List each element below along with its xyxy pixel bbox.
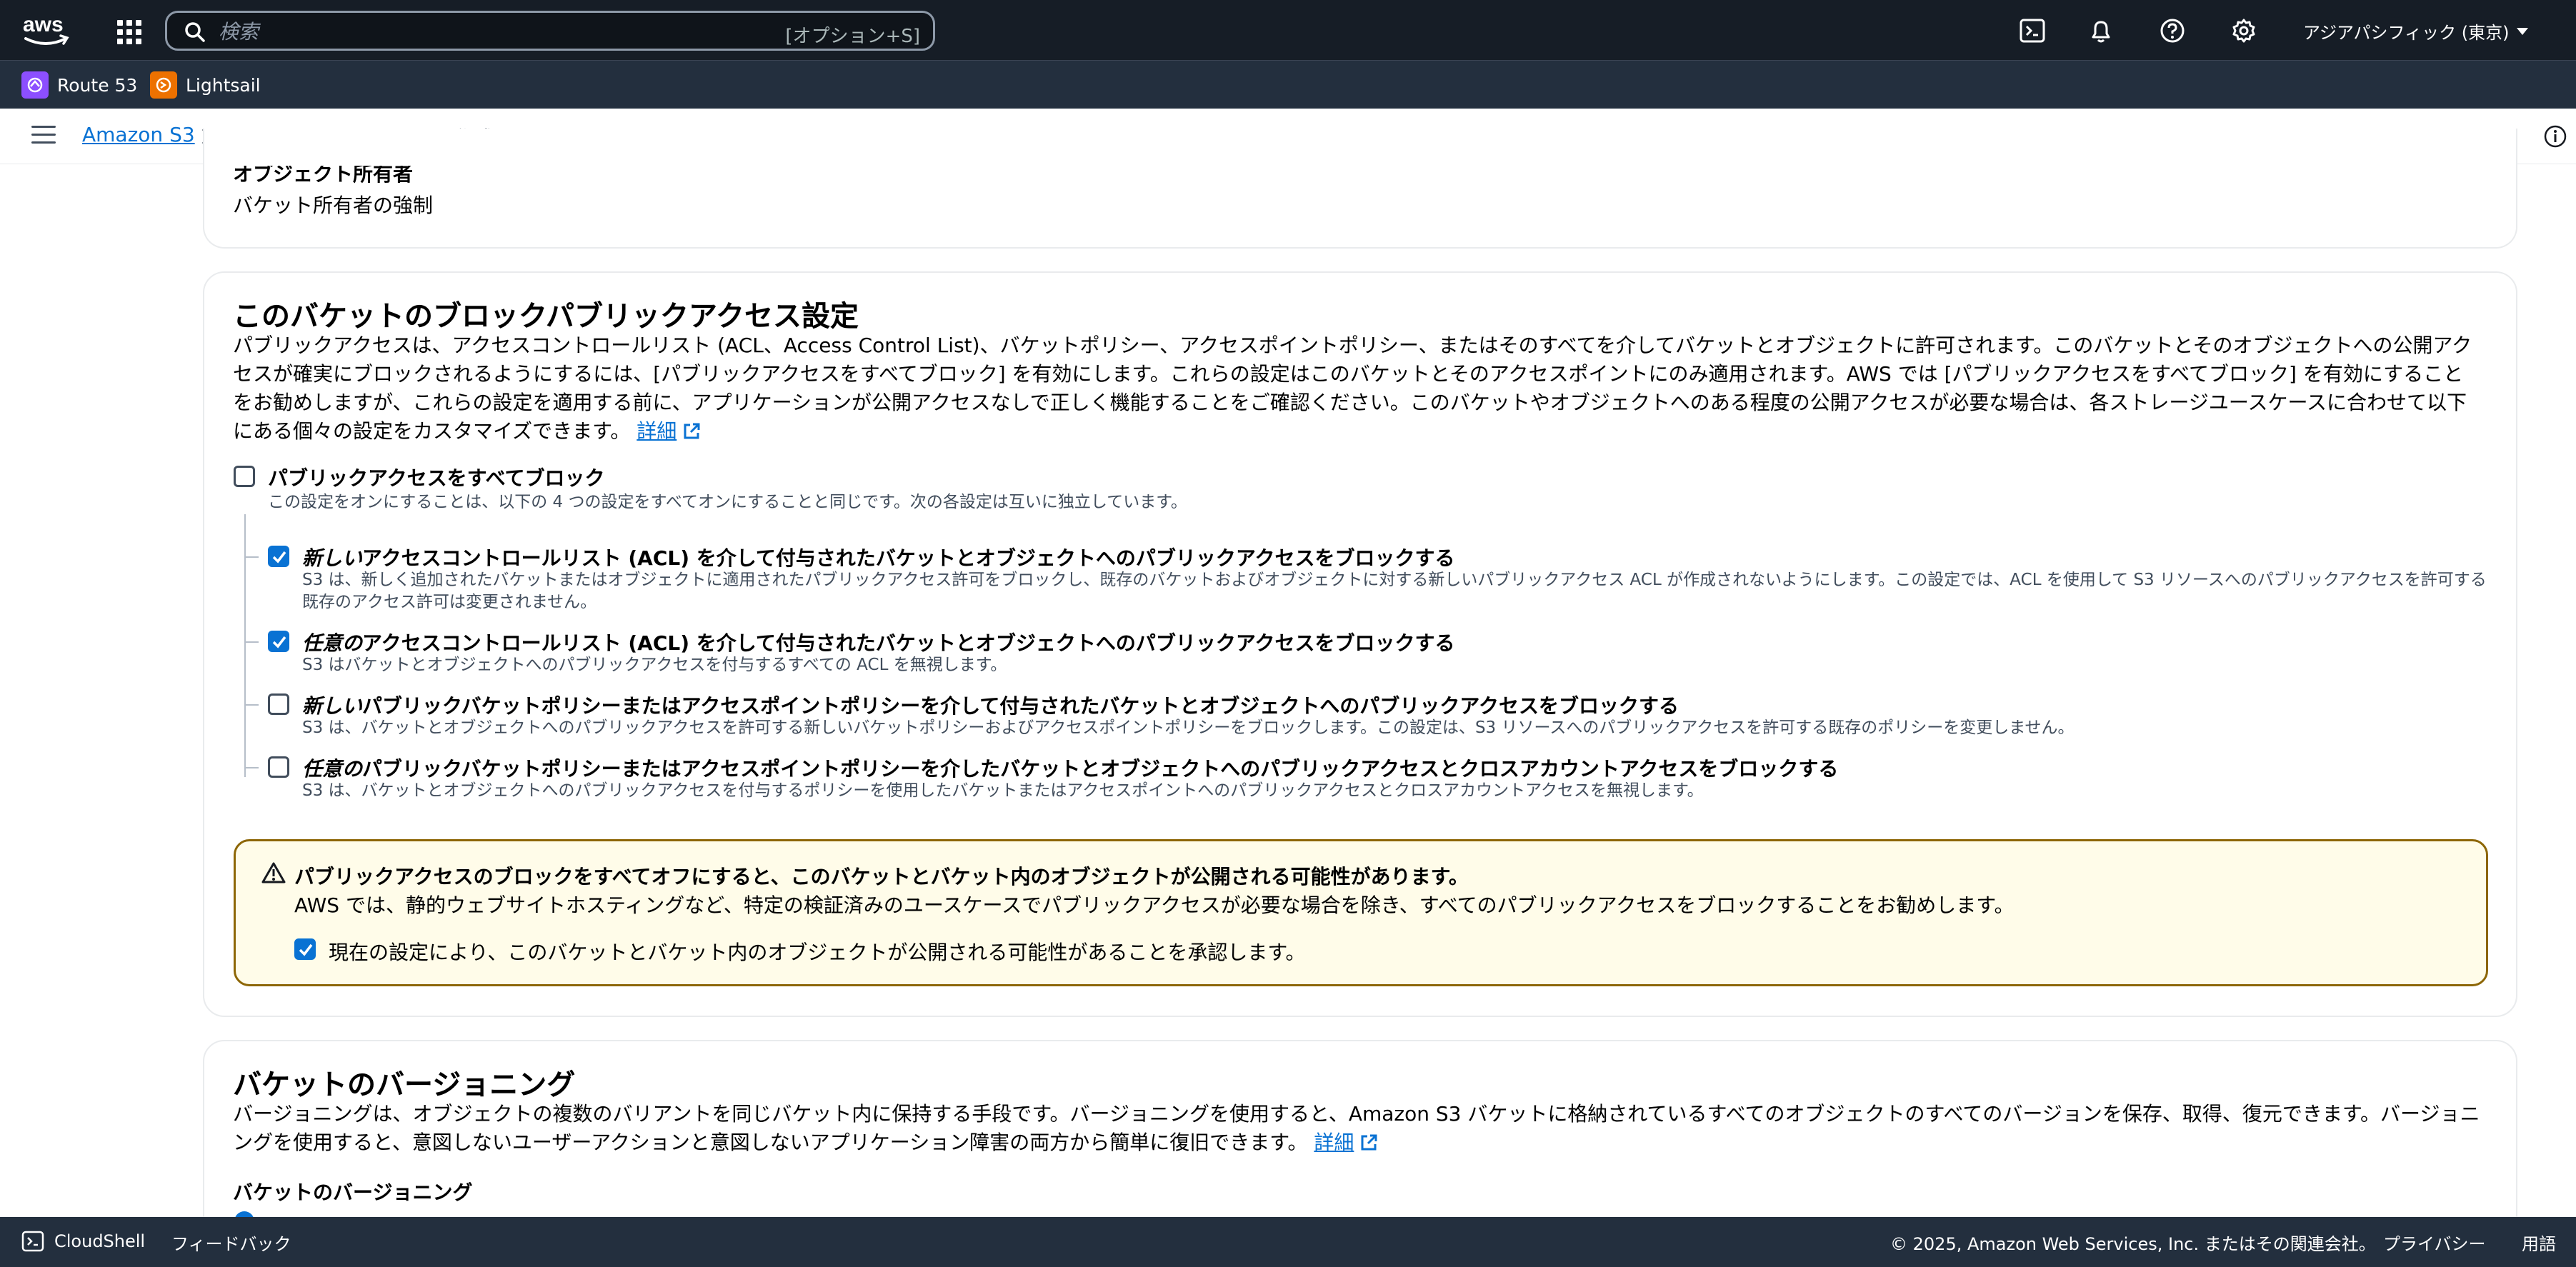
option-description: S3 は、新しく追加されたバケットまたはオブジェクトに適用されたパブリックアクセ… (302, 571, 2487, 611)
caret-down-icon (2517, 27, 2529, 35)
description-text: パブリックアクセスは、アクセスコントロールリスト (ACL、Access Con… (233, 334, 2472, 443)
aws-logo-text: aws (23, 13, 64, 36)
option-description: S3 は、バケットとオブジェクトへのパブリックアクセスを付与するポリシーを使用し… (302, 781, 1704, 800)
services-grid-icon[interactable] (114, 17, 141, 44)
option-emphasis: 新しい (302, 694, 363, 718)
privacy-link[interactable]: プライバシー (2383, 1230, 2486, 1255)
lightsail-icon (150, 71, 177, 99)
gear-icon[interactable] (2230, 17, 2257, 44)
search-icon (185, 22, 205, 42)
cloudshell-icon (21, 1231, 44, 1252)
warning-text: AWS では、静的ウェブサイトホスティングなど、特定の検証済みのユースケースでパ… (294, 893, 2015, 917)
details-link-label: 詳細 (636, 419, 677, 443)
tree-connector (244, 641, 259, 643)
details-link[interactable]: 詳細 (636, 419, 702, 443)
copyright-text: © 2025, Amazon Web Services, Inc. またはその関… (1890, 1234, 2376, 1254)
external-link-icon (684, 423, 700, 439)
ownership-value: バケット所有者の強制 (233, 194, 434, 217)
block-all-description: この設定をオンにすることは、以下の 4 つの設定をすべてオンにすることと同じです… (268, 493, 1187, 511)
option-text: アクセスコントロールリスト (ACL) を介して付与されたバケットとオブジェクト… (362, 631, 1455, 655)
bell-icon[interactable] (2087, 17, 2115, 44)
acknowledge-label: 現在の設定により、このバケットとバケット内のオブジェクトが公開される可能性がある… (329, 941, 1306, 964)
option-text: パブリックバケットポリシーまたはアクセスポイントポリシーを介したバケットとオブジ… (362, 757, 1839, 781)
block-any-policy-checkbox[interactable] (268, 756, 289, 778)
external-link-icon (1361, 1134, 1377, 1151)
checkmark-icon (272, 636, 286, 648)
option-text: パブリックバケットポリシーまたはアクセスポイントポリシーを介して付与されたバケッ… (362, 694, 1679, 718)
favorite-lightsail[interactable]: Lightsail (150, 71, 261, 99)
cloudshell-button[interactable]: CloudShell (21, 1230, 145, 1253)
warning-icon (261, 862, 286, 883)
block-public-access-title: このバケットのブロックパブリックアクセス設定 (233, 300, 859, 333)
public-access-warning: パブリックアクセスのブロックをすべてオフにすると、このバケットとバケット内のオブ… (234, 839, 2488, 986)
option-text: アクセスコントロールリスト (ACL) を介して付与されたバケットとオブジェクト… (362, 546, 1455, 570)
option-emphasis: 任意の (302, 757, 363, 781)
search-shortcut-hint: [オプション+S] (785, 26, 920, 47)
top-navigation-bar: aws [オプション+S] アジアパシフィック (東京) (0, 0, 2576, 60)
option-description: S3 は、バケットとオブジェクトへのパブリックアクセスを許可する新しいバケットポ… (302, 718, 2075, 737)
aws-logo[interactable]: aws (21, 10, 71, 50)
option-label: 新しいパブリックバケットポリシーまたはアクセスポイントポリシーを介して付与された… (302, 691, 1679, 719)
breadcrumb-amazon-s3[interactable]: Amazon S3 (82, 123, 195, 146)
block-new-policy-checkbox[interactable] (268, 693, 289, 715)
route53-icon (21, 71, 49, 99)
versioning-title: バケットのバージョニング (233, 1068, 576, 1101)
checkmark-icon (299, 943, 313, 956)
option-emphasis: 新しい (302, 546, 363, 570)
favorite-label: Lightsail (186, 74, 261, 96)
block-public-access-description: パブリックアクセスは、アクセスコントロールリスト (ACL、Access Con… (233, 331, 2483, 446)
versioning-field-label: バケットのバージョニング (233, 1181, 473, 1204)
warning-title: パブリックアクセスのブロックをすべてオフにすると、このバケットとバケット内のオブ… (294, 865, 1469, 888)
versioning-description: バージョニングは、オブジェクトの複数のバリアントを同じバケット内に保持する手段で… (233, 1100, 2483, 1157)
favorites-bar: Route 53 Lightsail (0, 60, 2576, 109)
terms-link[interactable]: 用語 (2522, 1230, 2556, 1255)
favorite-label: Route 53 (57, 74, 138, 96)
help-icon[interactable] (2159, 17, 2186, 44)
checkmark-icon (272, 551, 286, 564)
region-label: アジアパシフィック (東京) (2303, 23, 2510, 43)
block-all-label: パブリックアクセスをすべてブロック (268, 466, 605, 490)
favorite-route53[interactable]: Route 53 (21, 71, 137, 99)
tree-connector (244, 514, 246, 777)
feedback-link[interactable]: フィードバック (171, 1230, 291, 1255)
option-description: S3 はバケットとオブジェクトへのパブリックアクセスを付与するすべての ACL … (302, 656, 1007, 674)
acknowledge-checkbox[interactable] (294, 938, 316, 960)
cloudshell-icon[interactable] (2019, 17, 2046, 44)
info-icon[interactable] (2543, 124, 2567, 149)
search-box[interactable]: [オプション+S] (165, 11, 935, 51)
option-label: 任意のアクセスコントロールリスト (ACL) を介して付与されたバケットとオブジ… (302, 628, 1455, 656)
footer-bar: CloudShell フィードバック © 2025, Amazon Web Se… (0, 1217, 2576, 1267)
option-label: 新しいアクセスコントロールリスト (ACL) を介して付与されたバケットとオブジ… (302, 543, 1455, 571)
block-any-acl-checkbox[interactable] (268, 631, 289, 652)
option-label: 任意のパブリックバケットポリシーまたはアクセスポイントポリシーを介したバケットと… (302, 753, 1838, 782)
menu-icon[interactable] (31, 126, 56, 146)
tree-connector (244, 556, 259, 558)
block-all-checkbox[interactable] (234, 466, 255, 487)
search-input[interactable] (219, 17, 719, 46)
cloudshell-label: CloudShell (54, 1231, 146, 1251)
tree-connector (244, 767, 259, 768)
versioning-details-link[interactable]: 詳細 (1314, 1131, 1379, 1154)
region-selector[interactable]: アジアパシフィック (東京) (2303, 19, 2529, 44)
object-ownership-panel (203, 129, 2517, 249)
tree-connector (244, 704, 259, 706)
block-new-acl-checkbox[interactable] (268, 546, 289, 567)
details-link-label: 詳細 (1314, 1131, 1354, 1154)
option-emphasis: 任意の (302, 631, 363, 655)
